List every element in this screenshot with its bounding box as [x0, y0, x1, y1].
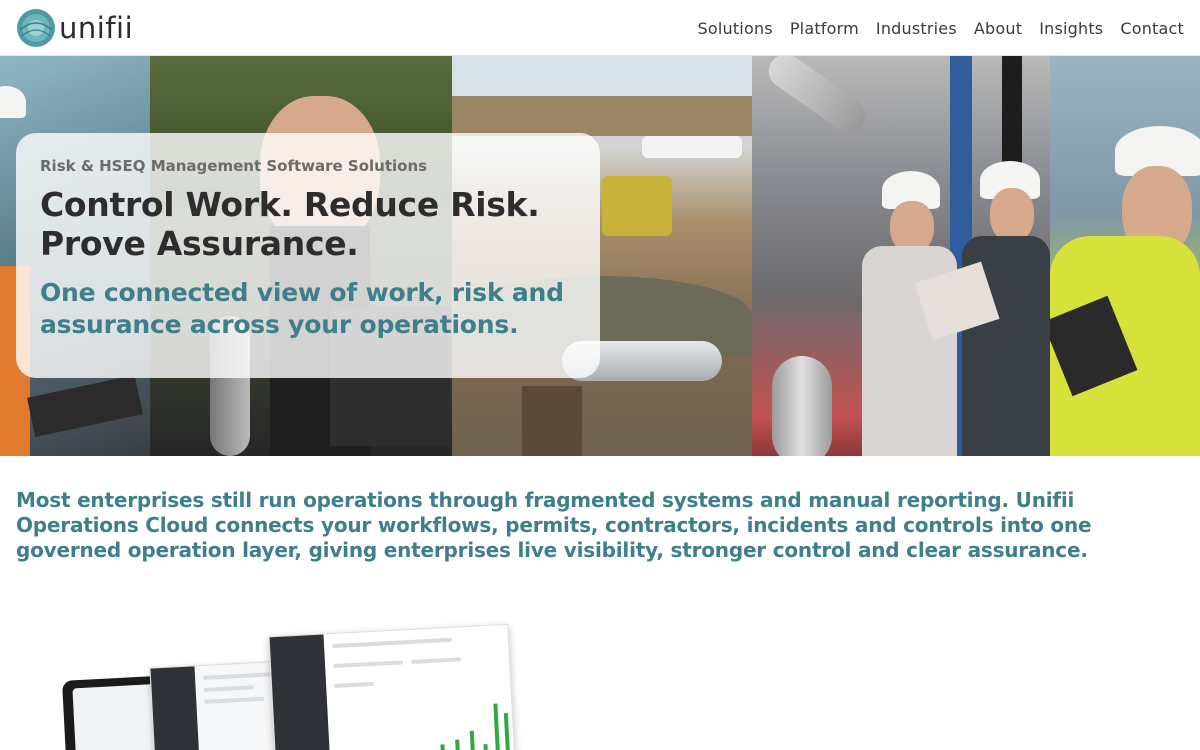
site-header: unifii Solutions Platform Industries Abo…: [0, 0, 1200, 56]
intro-paragraph: Most enterprises still run operations th…: [16, 488, 1092, 562]
nav-solutions[interactable]: Solutions: [698, 19, 773, 38]
product-devices-image: [60, 620, 530, 750]
hero-headline: Control Work. Reduce Risk. Prove Assuran…: [40, 185, 540, 263]
nav-industries[interactable]: Industries: [876, 19, 957, 38]
logo-text: unifii: [59, 10, 134, 45]
nav-about[interactable]: About: [974, 19, 1022, 38]
hero-subhead: One connected view of work, risk and ass…: [40, 278, 564, 339]
main-nav: Solutions Platform Industries About Insi…: [681, 0, 1185, 56]
logo-link[interactable]: unifii: [16, 7, 133, 49]
nav-contact[interactable]: Contact: [1120, 19, 1184, 38]
hero-eyebrow: Risk & HSEQ Management Software Solution…: [40, 157, 428, 175]
hero-card: Risk & HSEQ Management Software Solution…: [16, 133, 600, 378]
hero-section: Risk & HSEQ Management Software Solution…: [0, 56, 1200, 456]
desktop-screen-dashboard: [268, 623, 516, 750]
nav-platform[interactable]: Platform: [790, 19, 859, 38]
hero-photo-engineers-plant: [752, 56, 1050, 456]
hero-photo-worker-laptop: [1050, 56, 1200, 456]
nav-insights[interactable]: Insights: [1039, 19, 1103, 38]
unifii-logo-icon: [17, 9, 55, 47]
